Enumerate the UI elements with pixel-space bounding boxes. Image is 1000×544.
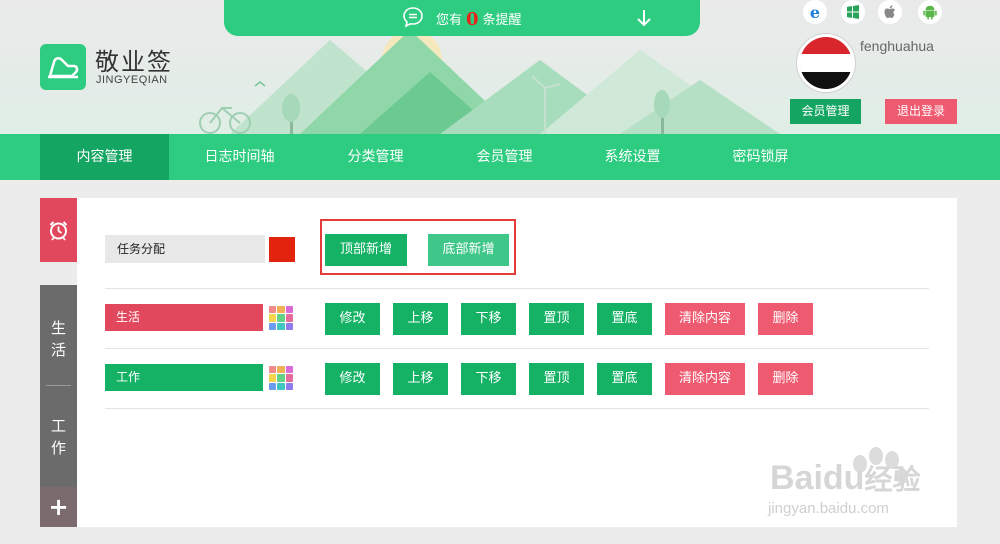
ie-icon[interactable]: e [803,0,827,24]
move-down-button[interactable]: 下移 [461,363,516,395]
header: 您有 0 条提醒 敬业签 JINGYEQIAN e fenghuahua 会员管… [0,0,1000,134]
arrow-down-icon[interactable] [634,7,654,29]
category-sidebar: 生活 工作 [40,285,77,487]
color-palette-icon[interactable] [269,366,293,390]
svg-text:e: e [810,3,820,22]
row-divider [105,348,929,349]
nav-item-lock-screen[interactable]: 密码锁屏 [696,134,825,180]
row-divider [105,288,929,289]
sidebar-category-life[interactable]: 生活 [40,317,77,361]
apple-icon[interactable] [878,0,902,24]
task-assign-label: 任务分配 [105,235,265,263]
sidebar-category-work-label: 工作 [50,417,66,457]
delete-button[interactable]: 删除 [758,363,813,395]
logo-subtitle: JINGYEQIAN [96,74,168,86]
category-name-life[interactable]: 生活 [105,304,263,331]
pin-top-button[interactable]: 置顶 [529,363,584,395]
notification-text: 您有 0 条提醒 [436,8,522,30]
notification-count: 0 [466,9,479,30]
android-icon[interactable] [918,0,942,24]
notification-suffix: 条提醒 [482,13,522,28]
member-management-button[interactable]: 会员管理 [790,99,861,124]
main-nav: 内容管理 日志时间轴 分类管理 会员管理 系统设置 密码锁屏 [0,134,1000,180]
row-divider [105,408,929,409]
logout-button[interactable]: 退出登录 [885,99,957,124]
watermark-url: jingyan.baidu.com [768,500,889,517]
move-down-button[interactable]: 下移 [461,303,516,335]
watermark-brand: Baidu [770,459,865,497]
nav-item-log-timeline[interactable]: 日志时间轴 [175,134,304,180]
notification-prefix: 您有 [436,13,463,28]
sidebar-divider [46,385,71,386]
move-up-button[interactable]: 上移 [393,363,448,395]
color-palette-icon[interactable] [269,306,293,330]
edit-button[interactable]: 修改 [325,363,380,395]
username: fenghuahua [860,38,934,54]
add-category-button[interactable]: + [40,487,77,527]
nav-item-content[interactable]: 内容管理 [40,134,169,180]
clear-content-button[interactable]: 清除内容 [665,363,745,395]
reminder-tab[interactable] [40,198,77,262]
edit-button[interactable]: 修改 [325,303,380,335]
sidebar-category-life-label: 生活 [50,319,66,359]
logo-title: 敬业签 [95,48,173,76]
logo-icon [40,44,86,90]
baidu-watermark: Baidu经验 jingyan.baidu.com [768,430,948,530]
add-bottom-button[interactable]: 底部新增 [428,234,509,266]
task-color-swatch[interactable] [269,237,295,262]
watermark-cn: 经验 [864,464,921,495]
add-top-button[interactable]: 顶部新增 [325,234,407,266]
clear-content-button[interactable]: 清除内容 [665,303,745,335]
pin-bottom-button[interactable]: 置底 [597,363,652,395]
notification-bar[interactable]: 您有 0 条提醒 [224,0,700,36]
nav-item-category[interactable]: 分类管理 [311,134,440,180]
alarm-clock-icon [49,221,68,241]
delete-button[interactable]: 删除 [758,303,813,335]
chat-bubble-icon [403,7,423,28]
pin-bottom-button[interactable]: 置底 [597,303,652,335]
pin-top-button[interactable]: 置顶 [529,303,584,335]
avatar[interactable] [797,34,855,92]
nav-item-settings[interactable]: 系统设置 [568,134,697,180]
nav-item-member[interactable]: 会员管理 [440,134,569,180]
windows-icon[interactable] [841,0,865,24]
move-up-button[interactable]: 上移 [393,303,448,335]
category-name-work[interactable]: 工作 [105,364,263,391]
sidebar-category-work[interactable]: 工作 [40,415,77,459]
